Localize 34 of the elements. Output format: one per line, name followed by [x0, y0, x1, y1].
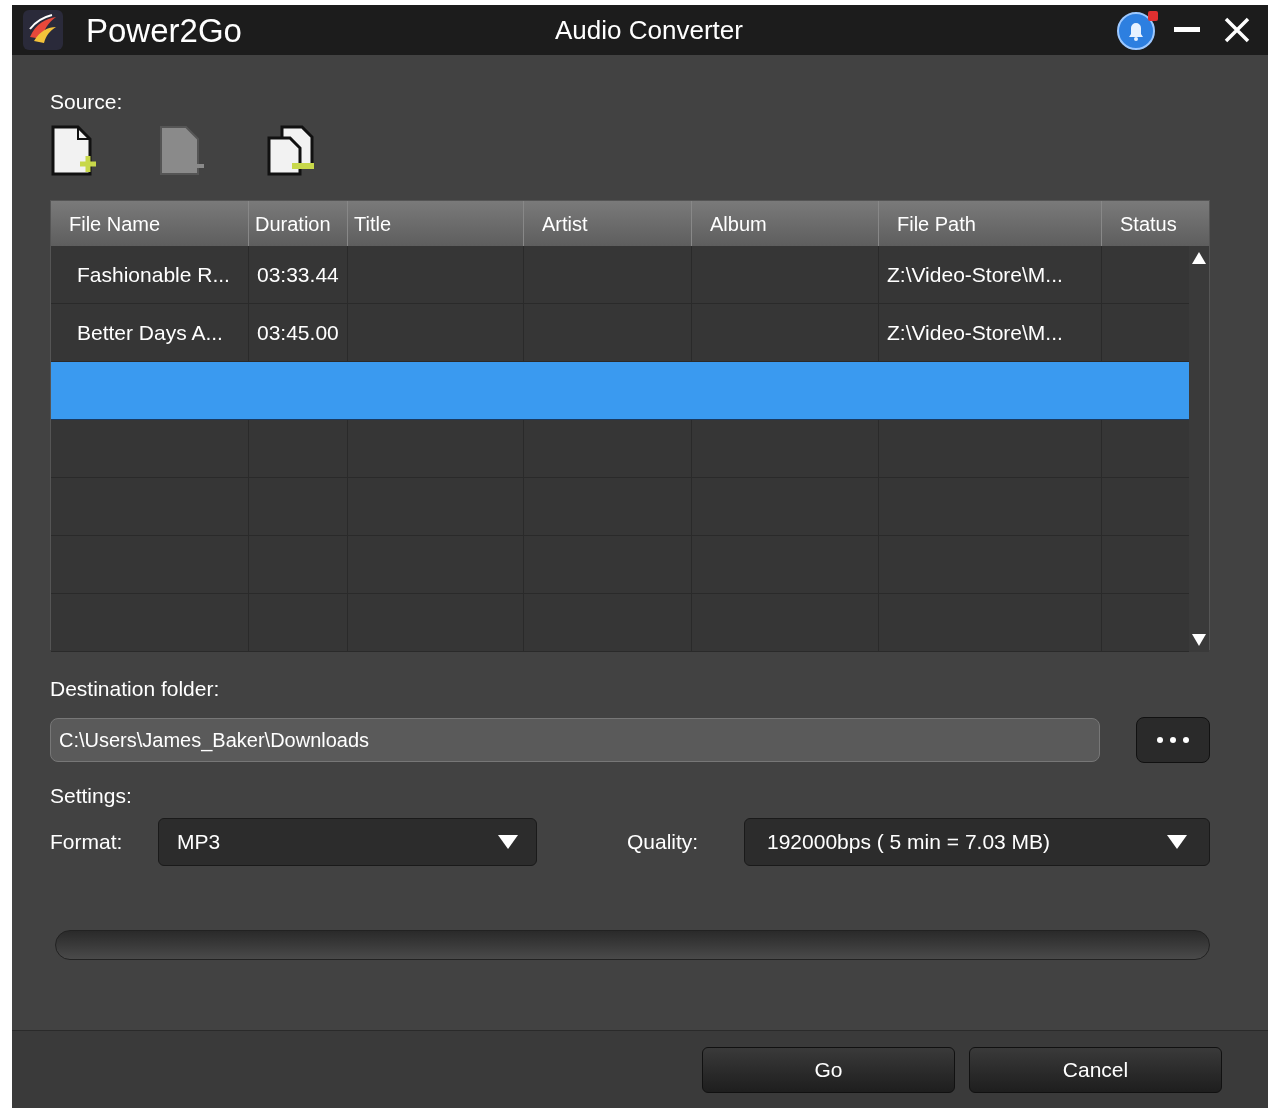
minimize-icon[interactable]	[1174, 27, 1200, 33]
table-cell-text: 03:45.00	[257, 319, 339, 346]
ellipsis-icon	[1156, 737, 1190, 743]
cancel-button[interactable]: Cancel	[969, 1046, 1222, 1093]
scroll-down-icon[interactable]	[1192, 634, 1206, 646]
column-header[interactable]: File Name	[51, 201, 248, 246]
table-cell-text: Better Days A...	[77, 319, 223, 346]
format-value: MP3	[177, 829, 222, 856]
dropdown-arrow-icon	[498, 835, 518, 849]
app-logo-icon	[22, 9, 64, 51]
source-label: Source:	[50, 91, 123, 112]
table-cell-text: 03:33.44	[257, 261, 339, 288]
table-cell-text: Z:\Video-Store\M...	[887, 261, 1063, 288]
format-label: Format:	[50, 829, 124, 856]
scroll-up-icon[interactable]	[1192, 252, 1206, 264]
table-row[interactable]: Fashionable R... 03:33.44 Z:\Video-Store\M...	[51, 246, 1189, 304]
table-cell-text: Fashionable R...	[77, 261, 230, 288]
dropdown-arrow-icon	[1167, 835, 1187, 849]
destination-label: Destination folder:	[50, 678, 220, 699]
scrollbar[interactable]	[1189, 246, 1209, 652]
close-icon[interactable]	[1224, 17, 1250, 43]
go-button[interactable]: Go	[702, 1046, 955, 1093]
browse-button[interactable]	[1136, 717, 1210, 763]
table-cell-text: Z:\Video-Store\M...	[887, 319, 1063, 346]
quality-dropdown[interactable]: 192000bps ( 5 min = 7.03 MB)	[744, 818, 1210, 866]
format-dropdown[interactable]: MP3	[158, 818, 537, 866]
settings-label: Settings:	[50, 785, 132, 806]
destination-field[interactable]: C:\Users\James_Baker\Downloads	[50, 718, 1100, 762]
window-title: Audio Converter	[555, 17, 743, 43]
table-row[interactable]: Better Days A... 03:45.00 Z:\Video-Store\M...	[51, 304, 1189, 362]
quality-label: Quality:	[627, 829, 700, 856]
quality-value: 192000bps ( 5 min = 7.03 MB)	[767, 829, 1052, 856]
notification-bell-icon[interactable]	[1116, 9, 1160, 51]
app-name: Power2Go	[86, 13, 242, 47]
